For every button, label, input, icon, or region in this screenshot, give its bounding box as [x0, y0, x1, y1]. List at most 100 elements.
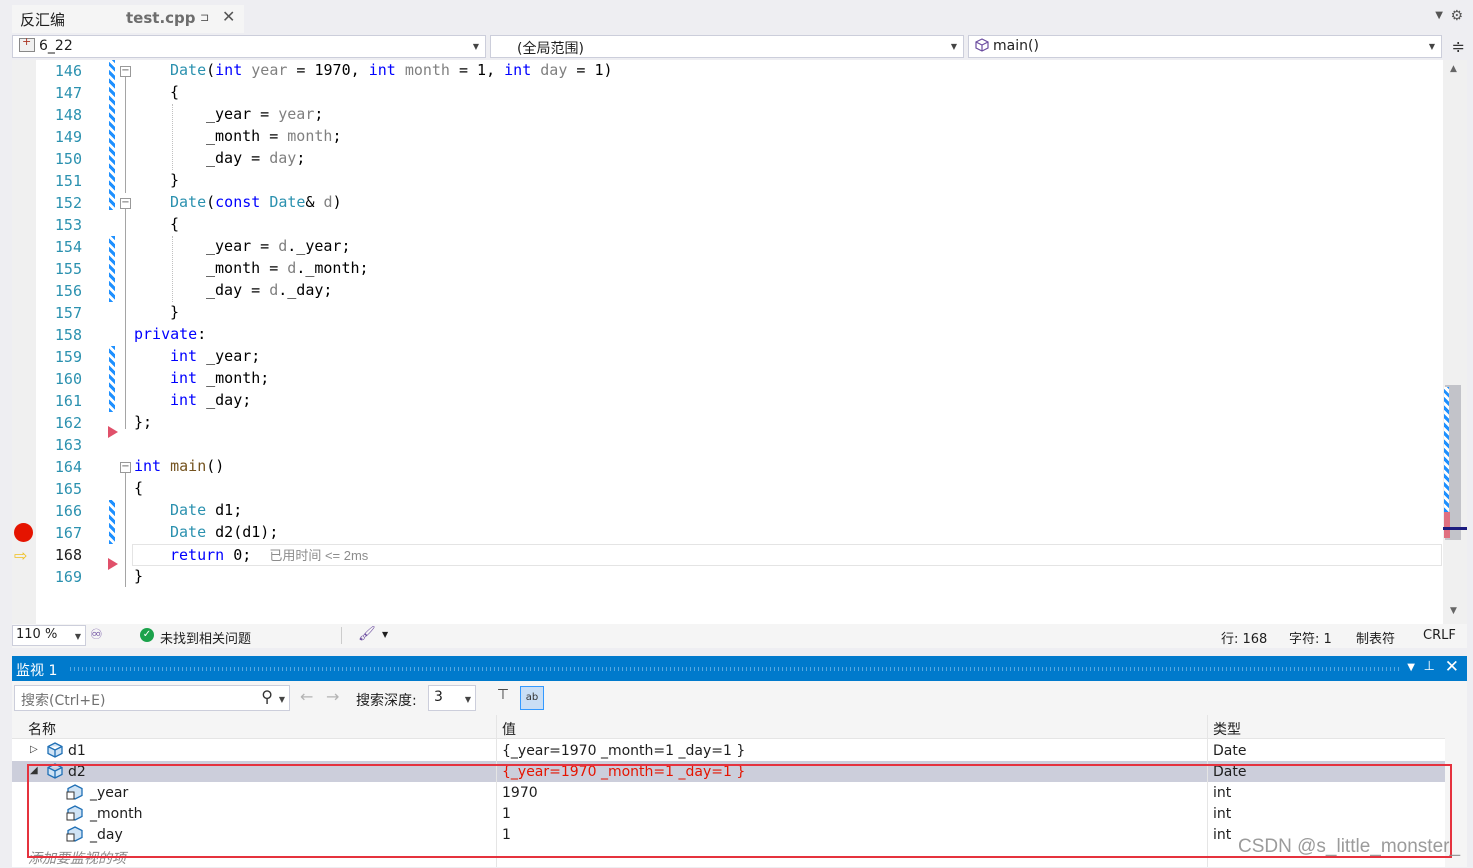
code-text[interactable]: } [170, 303, 179, 321]
code-line[interactable]: 152 Date(const Date& d) [12, 192, 1442, 214]
code-text[interactable]: int _month; [170, 369, 269, 387]
watch-search-input[interactable]: 搜索(Ctrl+E) ⚲ ▼ [14, 685, 290, 711]
code-line[interactable]: 163 [12, 434, 1442, 456]
indent-mode-status[interactable]: 制表符 [1356, 628, 1395, 647]
code-text[interactable]: _year = year; [206, 105, 323, 123]
function-dropdown[interactable]: main() ▼ [968, 35, 1442, 58]
vertical-scrollbar[interactable]: ▲ ▼ [1443, 60, 1467, 624]
tab-overflow-dropdown-icon[interactable]: ▼ [1435, 10, 1443, 21]
code-line[interactable]: 157} [12, 302, 1442, 324]
code-line[interactable]: 165 { [12, 478, 1442, 500]
code-text[interactable]: { [170, 83, 179, 101]
collapse-icon[interactable]: − [120, 198, 131, 209]
code-text[interactable]: } [170, 171, 179, 189]
code-line[interactable]: 146 Date(int year = 1970, int month = 1, … [12, 60, 1442, 82]
code-line[interactable]: 150 _day = day; [12, 148, 1442, 170]
code-line[interactable]: 169} [12, 566, 1442, 588]
window-menu-chevron-icon[interactable]: ▼ [1407, 662, 1415, 673]
code-text[interactable]: int _year; [170, 347, 260, 365]
code-line[interactable]: 166 Date d1; [12, 500, 1442, 522]
code-text[interactable]: { [134, 479, 143, 497]
code-editor[interactable]: 146 Date(int year = 1970, int month = 1, … [12, 60, 1467, 624]
code-text[interactable]: int _day; [170, 391, 251, 409]
code-text[interactable]: Date(int year = 1970, int month = 1, int… [170, 61, 613, 79]
project-dropdown[interactable]: 6_22 ▼ [12, 35, 486, 58]
divider [341, 627, 342, 644]
code-cleanup-brush-icon[interactable]: 🖌 [358, 626, 376, 642]
editor-status-bar: 110 % ▼ ♾ ✓ 未找到相关问题 🖌 ▼ 行: 168 字符: 1 制表符… [12, 624, 1467, 648]
close-icon[interactable]: ✕ [222, 7, 235, 26]
collapse-icon[interactable]: − [120, 462, 131, 473]
code-text[interactable]: int main() [134, 457, 224, 475]
search-icon[interactable]: ⚲ [261, 687, 273, 706]
code-line[interactable]: 147 { [12, 82, 1442, 104]
line-number: 157 [54, 304, 82, 322]
code-line[interactable]: 149 _month = month; [12, 126, 1442, 148]
column-header-name[interactable]: 名称 [28, 719, 56, 739]
code-line[interactable]: 158 private: [12, 324, 1442, 346]
breakpoint-icon[interactable] [14, 523, 33, 542]
line-number: 150 [54, 150, 82, 168]
code-text[interactable]: _month = month; [206, 127, 341, 145]
intellicode-icon[interactable]: ♾ [90, 627, 103, 643]
close-icon[interactable]: ✕ [1445, 657, 1459, 677]
code-line[interactable]: 155 _month = d._month; [12, 258, 1442, 280]
scroll-up-icon[interactable]: ▲ [1450, 64, 1457, 74]
code-text[interactable]: _year = d._year; [206, 237, 351, 255]
title-grip [70, 667, 1400, 671]
watch-window-title-bar[interactable]: 监视 1 ▼ ⊥ ✕ [12, 656, 1467, 681]
code-text[interactable]: }; [134, 413, 152, 431]
code-line[interactable]: 167 Date d2(d1); [12, 522, 1442, 544]
gear-icon[interactable]: ⚙ [1450, 8, 1463, 24]
table-row[interactable]: ▷ d1 {_year=1970 _month=1 _day=1 } Date [12, 740, 1467, 761]
scope-dropdown[interactable]: (全局范围) ▼ [490, 35, 964, 58]
line-number-status[interactable]: 行: 168 [1221, 628, 1267, 647]
expand-arrow-icon[interactable]: ▷ [30, 744, 38, 755]
char-number-status[interactable]: 字符: 1 [1289, 628, 1332, 647]
pin-icon[interactable]: ⊥ [1424, 659, 1435, 674]
tab-test-cpp[interactable]: test.cpp ⊐ ✕ [118, 5, 244, 33]
code-line[interactable]: 162}; [12, 412, 1442, 434]
issues-status[interactable]: 未找到相关问题 [160, 628, 251, 647]
code-text[interactable]: _month = d._month; [206, 259, 369, 277]
tab-disassembly[interactable]: 反汇编 [12, 5, 118, 33]
line-number: 167 [54, 524, 82, 542]
view-raw-data-icon[interactable]: ab [520, 686, 544, 710]
line-number: 162 [54, 414, 82, 432]
code-line[interactable]: 159 int _year; [12, 346, 1442, 368]
change-marker [109, 60, 115, 210]
scope-dropdown-value: (全局范围) [517, 41, 584, 57]
code-text[interactable]: _day = day; [206, 149, 305, 167]
code-text[interactable]: { [170, 215, 179, 233]
pin-watch-icon[interactable]: ⊤ [492, 687, 514, 709]
code-line[interactable]: 161 int _day; [12, 390, 1442, 412]
zoom-dropdown[interactable]: 110 % ▼ [12, 625, 86, 646]
code-text[interactable]: private: [134, 325, 206, 343]
code-line[interactable]: 156 _day = d._day; [12, 280, 1442, 302]
chevron-down-icon[interactable]: ▼ [279, 695, 285, 704]
chevron-down-icon[interactable]: ▼ [382, 630, 388, 639]
code-text[interactable]: } [134, 567, 143, 585]
code-text[interactable]: _day = d._day; [206, 281, 332, 299]
search-previous-icon[interactable]: ← [300, 687, 313, 706]
code-line[interactable]: 148 _year = year; [12, 104, 1442, 126]
column-header-value[interactable]: 值 [502, 719, 516, 739]
code-line[interactable]: 154 _year = d._year; [12, 236, 1442, 258]
code-text[interactable]: Date d2(d1); [170, 523, 278, 541]
code-text[interactable]: Date d1; [170, 501, 242, 519]
code-line[interactable]: 164 int main() [12, 456, 1442, 478]
code-line[interactable]: 160 int _month; [12, 368, 1442, 390]
column-header-type[interactable]: 类型 [1213, 719, 1241, 739]
object-icon [47, 742, 63, 758]
search-next-icon[interactable]: → [326, 687, 339, 706]
code-line[interactable]: 151} [12, 170, 1442, 192]
pin-icon[interactable]: ⊐ [200, 11, 209, 24]
line-ending-status[interactable]: CRLF [1423, 628, 1456, 643]
watch-value[interactable]: {_year=1970 _month=1 _day=1 } [502, 743, 745, 759]
search-depth-dropdown[interactable]: 3 ▼ [428, 685, 476, 711]
code-text[interactable]: Date(const Date& d) [170, 193, 342, 211]
collapse-icon[interactable]: − [120, 66, 131, 77]
scroll-down-icon[interactable]: ▼ [1450, 606, 1457, 616]
code-line[interactable]: 153 { [12, 214, 1442, 236]
split-window-icon[interactable]: ≑ [1452, 37, 1465, 56]
